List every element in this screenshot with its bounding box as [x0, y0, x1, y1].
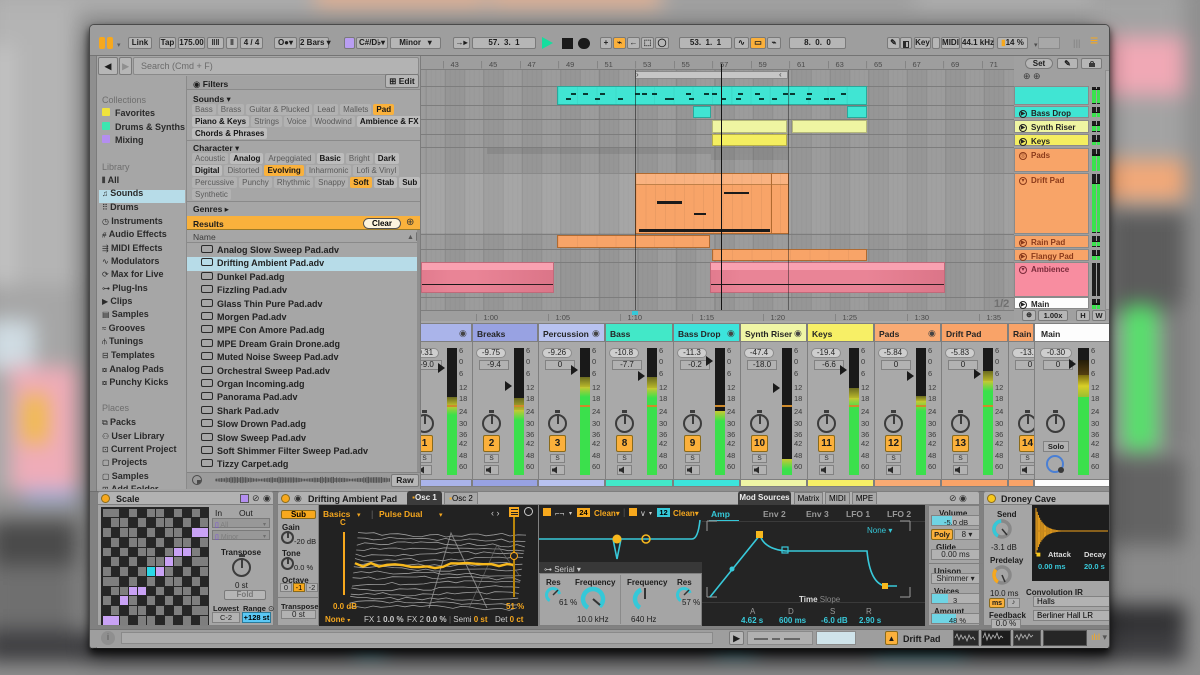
- svg-text:20.0 s: 20.0 s: [1084, 562, 1105, 571]
- svg-text:0.00 ms: 0.00 ms: [1038, 562, 1066, 571]
- svg-text:Attack: Attack: [1048, 550, 1072, 559]
- svg-text:Decay: Decay: [1084, 550, 1107, 559]
- svg-text:■: ■: [1036, 550, 1041, 559]
